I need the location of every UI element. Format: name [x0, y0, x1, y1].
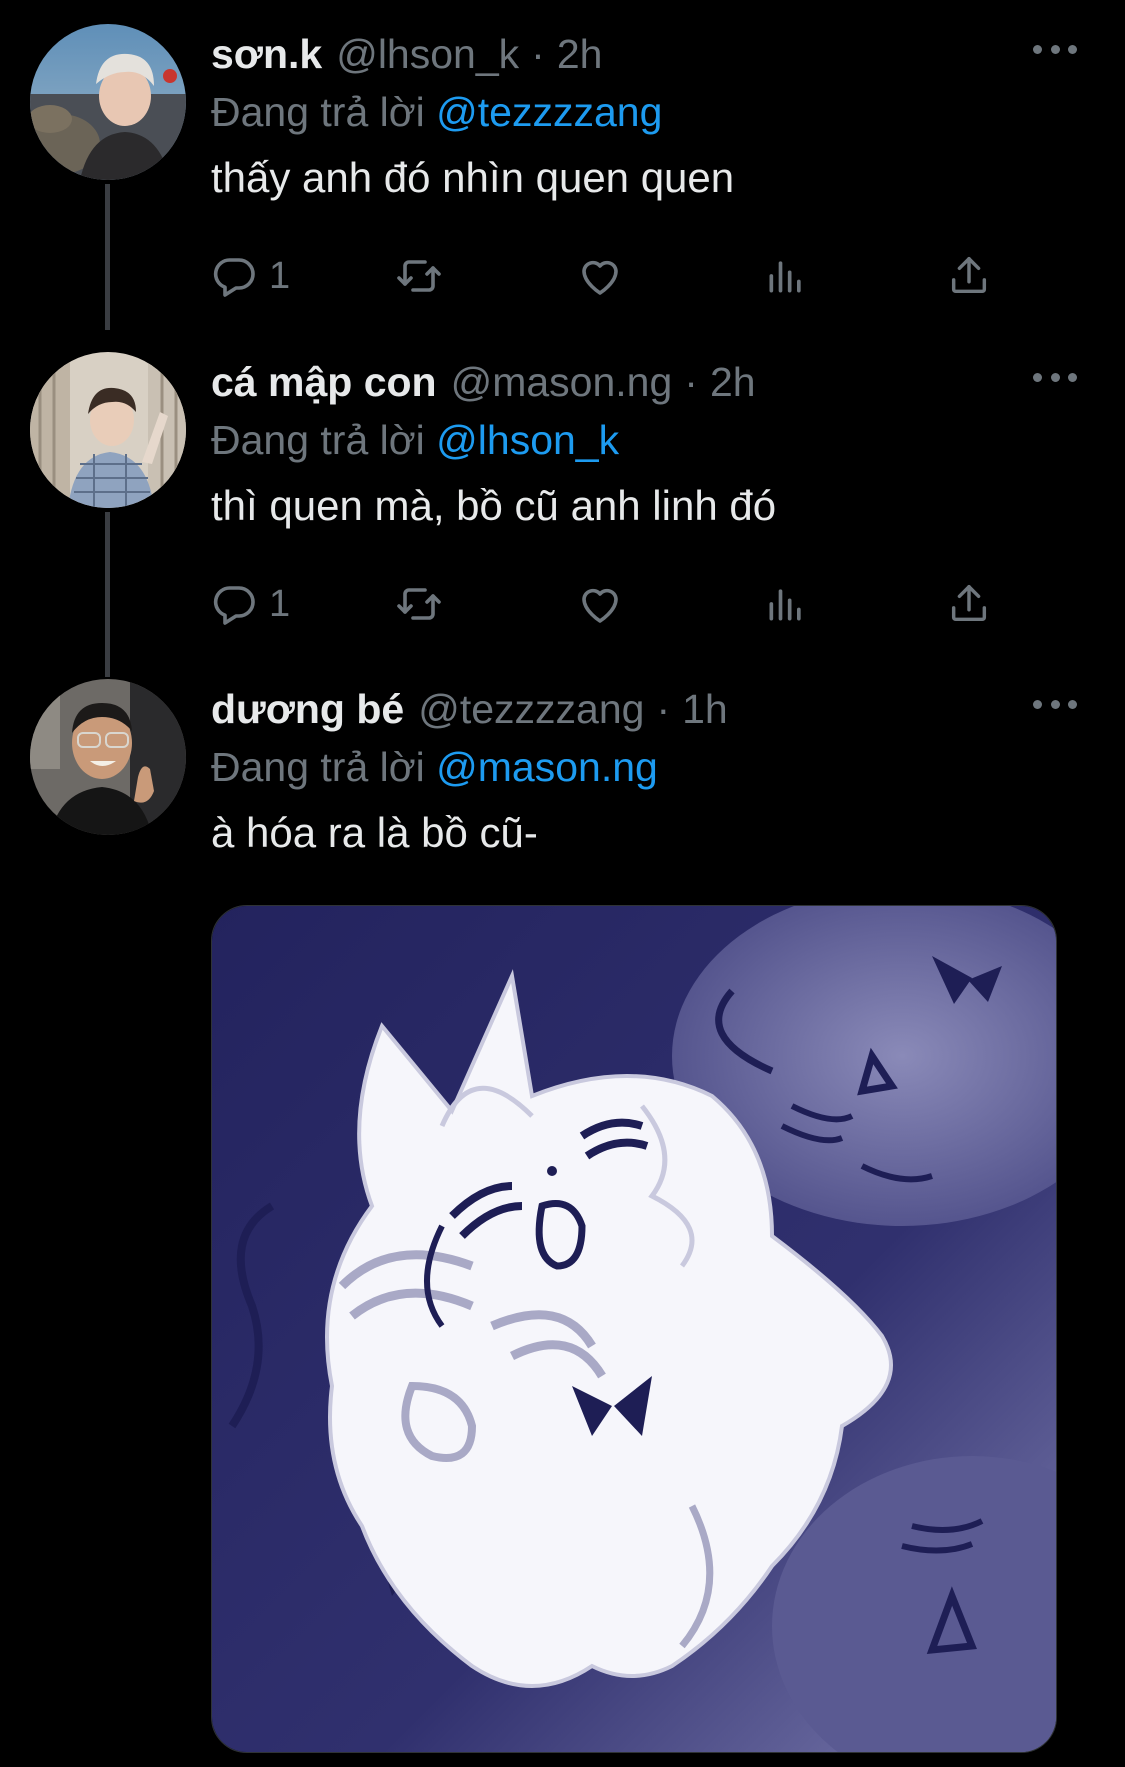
replying-to-label: Đang trả lời [211, 89, 425, 135]
retweet-button[interactable] [394, 246, 444, 306]
analytics-button[interactable] [764, 574, 808, 634]
timestamp[interactable]: 2h [710, 352, 756, 412]
tweet-text: thấy anh đó nhìn quen quen [211, 154, 735, 201]
retweet-button[interactable] [394, 574, 444, 634]
share-button[interactable] [946, 246, 992, 306]
analytics-button[interactable] [764, 246, 808, 306]
tweet-content: cá mập con @mason.ng · 2h Đang trả lời @… [211, 352, 1085, 534]
separator: · [656, 686, 671, 732]
share-icon [951, 585, 987, 622]
display-name[interactable]: dương bé [211, 679, 404, 739]
reply-button[interactable]: 1 [211, 574, 290, 634]
reply-icon [213, 258, 255, 297]
display-name[interactable]: cá mập con [211, 352, 437, 412]
more-horizontal-icon[interactable] [1033, 34, 1077, 64]
user-handle[interactable]: @tezzzzang [418, 679, 644, 739]
replying-to: Đang trả lời @tezzzzang [211, 84, 1085, 140]
tweet-media-image[interactable] [211, 905, 1057, 1753]
thread-connector [105, 512, 110, 677]
reply-button[interactable]: 1 [211, 246, 290, 306]
like-icon [582, 588, 618, 623]
replying-to: Đang trả lời @lhson_k [211, 412, 1085, 468]
retweet-icon [397, 260, 441, 292]
tweet-actions: 1 [211, 246, 1011, 306]
cartoon-cat-crying-image [212, 906, 1056, 1752]
tweet-header: sơn.k @lhson_k · 2h [211, 24, 1085, 84]
timestamp[interactable]: 2h [557, 24, 603, 84]
tweet-text: à hóa ra là bồ cũ- [211, 809, 538, 856]
like-icon [582, 260, 618, 295]
thread-connector [105, 184, 110, 330]
user-handle[interactable]: @mason.ng [451, 352, 673, 412]
reply-count: 1 [269, 582, 291, 625]
reply-icon [213, 586, 255, 625]
tweet-content: dương bé @tezzzzang · 1h Đang trả lời @m… [211, 679, 1085, 861]
user-handle[interactable]: @lhson_k [336, 24, 519, 84]
more-horizontal-icon[interactable] [1033, 362, 1077, 392]
tweet-content: sơn.k @lhson_k · 2h Đang trả lời @tezzzz… [211, 24, 1085, 206]
like-button[interactable] [576, 246, 624, 306]
replying-to-label: Đang trả lời [211, 417, 425, 463]
analytics-icon [769, 589, 801, 621]
mention-link[interactable]: @tezzzzang [436, 89, 662, 135]
separator: · [684, 359, 698, 405]
avatar[interactable] [30, 679, 186, 835]
mention-link[interactable]: @mason.ng [436, 744, 658, 790]
replying-to: Đang trả lời @mason.ng [211, 739, 1085, 795]
share-button[interactable] [946, 574, 992, 634]
avatar[interactable] [30, 352, 186, 508]
mention-link[interactable]: @lhson_k [436, 417, 619, 463]
tweet-actions: 1 [211, 574, 1011, 634]
like-button[interactable] [576, 574, 624, 634]
analytics-icon [769, 261, 801, 293]
tweet-header: cá mập con @mason.ng · 2h [211, 352, 1085, 412]
separator: · [531, 31, 545, 77]
retweet-icon [397, 588, 441, 620]
share-icon [951, 257, 987, 294]
more-horizontal-icon[interactable] [1033, 689, 1077, 719]
replying-to-label: Đang trả lời [211, 744, 425, 790]
timestamp[interactable]: 1h [682, 679, 728, 739]
tweet-header: dương bé @tezzzzang · 1h [211, 679, 1085, 739]
reply-count: 1 [269, 254, 291, 297]
avatar[interactable] [30, 24, 186, 180]
display-name[interactable]: sơn.k [211, 24, 322, 84]
tweet-text: thì quen mà, bồ cũ anh linh đó [211, 482, 777, 529]
